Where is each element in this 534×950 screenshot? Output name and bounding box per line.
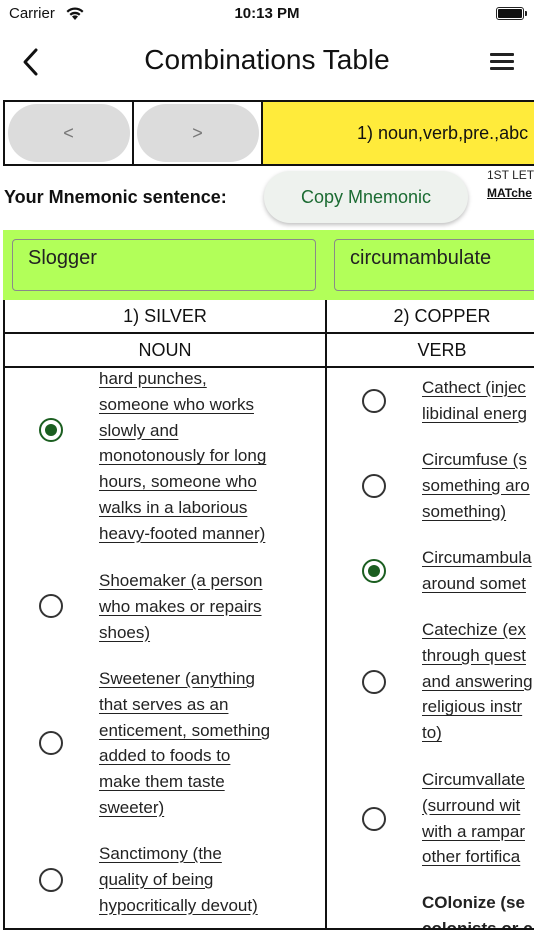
option-text[interactable]: Shoemaker (a person who makes or repairs… [99, 568, 304, 645]
option-text[interactable]: Sanctimony (the quality of being hypocri… [99, 841, 304, 918]
navigation-bar: Combinations Table [0, 30, 534, 94]
next-cell: > [134, 102, 263, 164]
hamburger-icon [490, 53, 514, 56]
menu-button[interactable] [488, 48, 518, 76]
column-1-metal: 1) SILVER [123, 305, 207, 326]
word-field-1[interactable]: Slogger [12, 239, 316, 291]
page-title: Combinations Table [144, 44, 390, 75]
column-2-pos: VERB [417, 339, 467, 360]
radio-button[interactable] [362, 389, 386, 413]
combination-label: 1) noun,verb,pre.,abc [263, 102, 534, 164]
option-text[interactable]: Circumvallate (surround wit with a rampa… [422, 767, 534, 870]
option-text[interactable]: Circumambula around somet [422, 545, 534, 597]
option-text[interactable]: hard punches, someone who works slowly a… [99, 366, 304, 547]
mnemonic-label: Your Mnemonic sentence: [4, 187, 227, 207]
radio-button[interactable] [39, 418, 63, 442]
prev-button[interactable]: < [7, 104, 130, 162]
radio-button[interactable] [362, 807, 386, 831]
next-button[interactable]: > [136, 104, 259, 162]
column-1-pos: NOUN [138, 339, 192, 360]
option-text[interactable]: Sweetener (anything that serves as an en… [99, 666, 304, 821]
radio-button[interactable] [39, 731, 63, 755]
option-text[interactable]: Cathect (injec libidinal energ [422, 375, 534, 427]
radio-button[interactable] [362, 474, 386, 498]
radio-button[interactable] [362, 559, 386, 583]
metal-header-row: 1) SILVER 2) COPPER [5, 300, 534, 334]
radio-button[interactable] [39, 594, 63, 618]
prev-cell: < [5, 102, 134, 164]
column-2-metal: 2) COPPER [393, 305, 491, 326]
pos-header-row: NOUN VERB [5, 334, 534, 368]
copy-mnemonic-button[interactable]: Copy Mnemonic [264, 171, 468, 223]
word-field-2[interactable]: circumambulate [334, 239, 534, 291]
radio-button[interactable] [39, 868, 63, 892]
option-text[interactable]: Circumfuse (s something aro something) [422, 447, 534, 524]
matches-link[interactable]: MATche [487, 186, 532, 200]
option-text[interactable]: Catechize (ex through quest and answerin… [422, 617, 534, 746]
clock: 10:13 PM [234, 5, 300, 22]
option-text[interactable]: COlonize (se colonists or c [422, 890, 534, 928]
first-letter-label: 1ST LET [487, 168, 534, 182]
combination-pager: < > 1) noun,verb,pre.,abc [3, 100, 534, 166]
mnemonic-words-band: Slogger circumambulate [3, 230, 534, 300]
column-divider [325, 300, 327, 928]
radio-button[interactable] [362, 670, 386, 694]
battery-icon [496, 7, 527, 20]
combinations-table: 1) SILVER 2) COPPER NOUN VERB hard punch… [3, 300, 534, 930]
status-bar: Carrier 10:13 PM [0, 0, 534, 30]
